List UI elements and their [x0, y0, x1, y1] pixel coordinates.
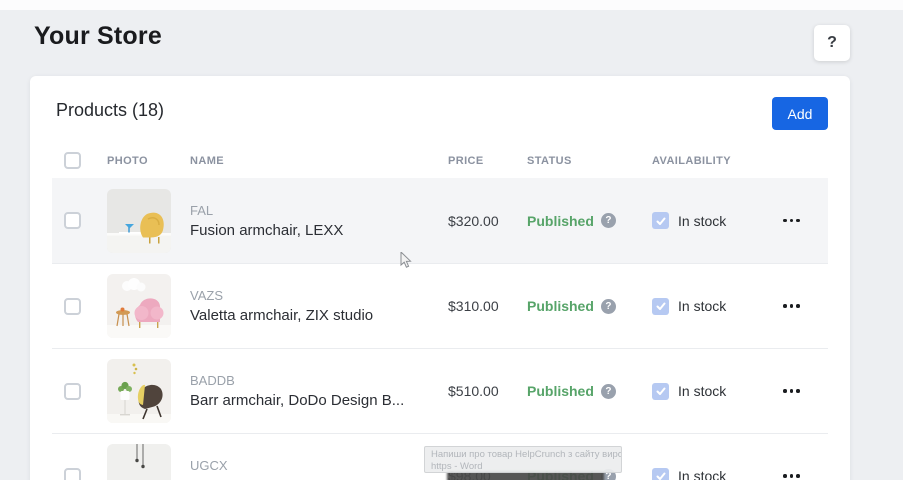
products-card: Products (18) Add PHOTO NAME PRICE STATU… [30, 76, 850, 480]
ellipsis-icon [783, 389, 787, 393]
product-photo-green-sofa [107, 444, 171, 480]
in-stock-checkbox[interactable] [652, 383, 669, 400]
table-header-row: PHOTO NAME PRICE STATUS AVAILABILITY [52, 143, 828, 178]
status-help-icon[interactable]: ? [601, 384, 616, 399]
in-stock-checkbox[interactable] [652, 298, 669, 315]
in-stock-checkbox[interactable] [652, 468, 669, 480]
product-price: $310.00 [436, 298, 515, 314]
row-checkbox[interactable] [64, 468, 81, 480]
product-price: $510.00 [436, 383, 515, 399]
taskbar-tooltip: Напиши про товар HelpCrunch з сайту виро… [424, 446, 622, 473]
column-header-name: NAME [178, 155, 436, 167]
product-code: BADDB [190, 373, 436, 388]
mouse-cursor-icon [400, 252, 414, 275]
column-header-status: STATUS [515, 155, 640, 167]
tooltip-line-1: Напиши про товар HelpCrunch з сайту виро… [431, 449, 615, 461]
status-badge: Published [527, 383, 594, 399]
column-header-price: PRICE [436, 155, 515, 167]
availability-label: In stock [678, 468, 726, 480]
page-title: Your Store [34, 22, 162, 51]
table-row: BADDB Barr armchair, DoDo Design B... $5… [52, 348, 828, 433]
status-badge: Published [527, 213, 594, 229]
table-row: VAZS Valetta armchair, ZIX studio $310.0… [52, 263, 828, 348]
table-row: FAL Fusion armchair, LEXX $320.00 Publis… [52, 178, 828, 263]
products-table: PHOTO NAME PRICE STATUS AVAILABILITY [52, 143, 828, 480]
add-product-button[interactable]: Add [772, 97, 828, 130]
column-header-availability: AVAILABILITY [640, 155, 771, 167]
product-name: Valetta armchair, ZIX studio [190, 307, 436, 324]
availability-label: In stock [678, 383, 726, 399]
status-help-icon[interactable]: ? [601, 299, 616, 314]
products-heading: Products (18) [56, 100, 164, 121]
product-code: FAL [190, 203, 436, 218]
row-checkbox[interactable] [64, 383, 81, 400]
row-checkbox[interactable] [64, 298, 81, 315]
ellipsis-icon [783, 304, 787, 308]
row-actions-button[interactable] [771, 296, 811, 316]
product-photo-brown-armchair [107, 359, 171, 423]
product-price: $320.00 [436, 213, 515, 229]
ellipsis-icon [783, 219, 787, 223]
product-name: Barr armchair, DoDo Design B... [190, 392, 436, 409]
product-code: UGCX [190, 458, 436, 473]
column-header-photo: PHOTO [95, 155, 178, 167]
row-actions-button[interactable] [771, 466, 811, 480]
product-photo-yellow-armchair [107, 189, 171, 253]
products-card-header: Products (18) Add [30, 76, 850, 143]
in-stock-checkbox[interactable] [652, 212, 669, 229]
row-actions-button[interactable] [771, 381, 811, 401]
row-checkbox[interactable] [64, 212, 81, 229]
status-help-icon[interactable]: ? [601, 213, 616, 228]
top-edge-strip [0, 0, 903, 10]
tooltip-line-2: https - Word [431, 461, 615, 473]
availability-label: In stock [678, 298, 726, 314]
select-all-checkbox[interactable] [64, 152, 81, 169]
product-code: VAZS [190, 288, 436, 303]
ellipsis-icon [783, 474, 787, 478]
availability-label: In stock [678, 213, 726, 229]
product-name: Fusion armchair, LEXX [190, 222, 436, 239]
row-actions-button[interactable] [771, 211, 811, 231]
status-badge: Published [527, 298, 594, 314]
help-button[interactable]: ? [814, 25, 850, 61]
product-photo-pink-armchair [107, 274, 171, 338]
